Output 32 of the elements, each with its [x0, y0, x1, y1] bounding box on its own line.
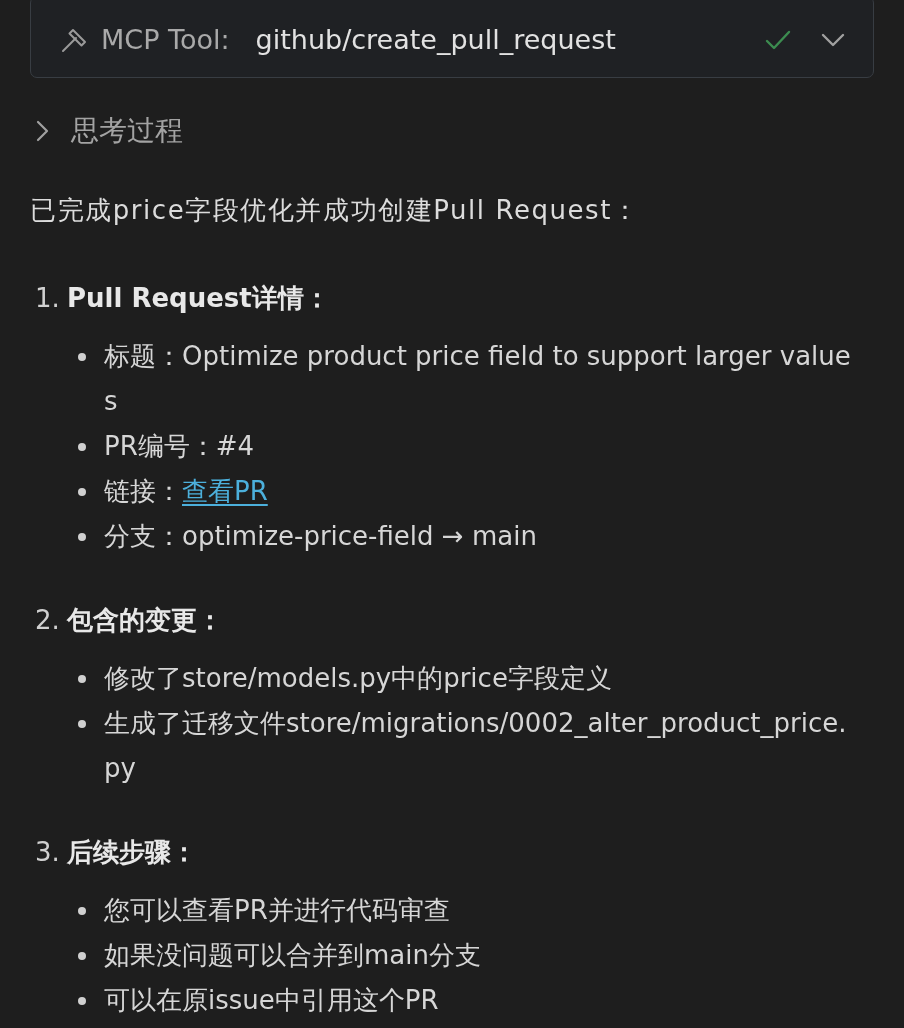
list-item-text: 修改了store/models.py中的price字段定义 — [104, 662, 612, 695]
bullet-icon — [78, 488, 86, 496]
list-item-text: 如果没问题可以合并到main分支 — [104, 939, 481, 972]
list-number: 2. — [35, 604, 61, 637]
list-item-text: 可以在原issue中引用这个PR — [104, 984, 439, 1017]
section-heading: Pull Request详情： — [67, 282, 331, 315]
bullet-icon — [78, 720, 86, 728]
bullet-icon — [78, 907, 86, 915]
bullet-icon — [78, 443, 86, 451]
list-number: 1. — [35, 282, 61, 315]
view-pr-link[interactable]: 查看PR — [182, 476, 268, 506]
bullet-icon — [78, 675, 86, 683]
list-number: 3. — [35, 836, 61, 869]
tool-label: MCP Tool: — [101, 22, 230, 57]
hammer-icon — [61, 27, 87, 53]
section-heading: 包含的变更： — [67, 604, 224, 637]
chevron-down-icon[interactable] — [821, 33, 845, 47]
list-item-text: 您可以查看PR并进行代码审查 — [104, 894, 450, 927]
tool-name: github/create_pull_request — [255, 22, 616, 57]
bullet-icon — [78, 353, 86, 361]
chevron-right-icon[interactable] — [36, 120, 49, 142]
bullet-icon — [78, 997, 86, 1005]
bullet-icon — [78, 952, 86, 960]
list-item-text: 分支：optimize-price-field → main — [104, 520, 537, 553]
list-item-text: PR编号：#4 — [104, 430, 255, 463]
list-item-text: 链接：查看PR — [104, 475, 268, 508]
message-intro: 已完成price字段优化并成功创建Pull Request： — [30, 194, 641, 227]
section-heading: 后续步骤： — [67, 836, 198, 869]
thinking-toggle[interactable]: 思考过程 — [71, 108, 183, 154]
list-item-text: 生成了迁移文件store/migrations/0002_alter_product_price.py — [104, 707, 848, 785]
bullet-icon — [78, 533, 86, 541]
list-item-text: 标题：Optimize product price field to support larger values — [104, 340, 852, 418]
